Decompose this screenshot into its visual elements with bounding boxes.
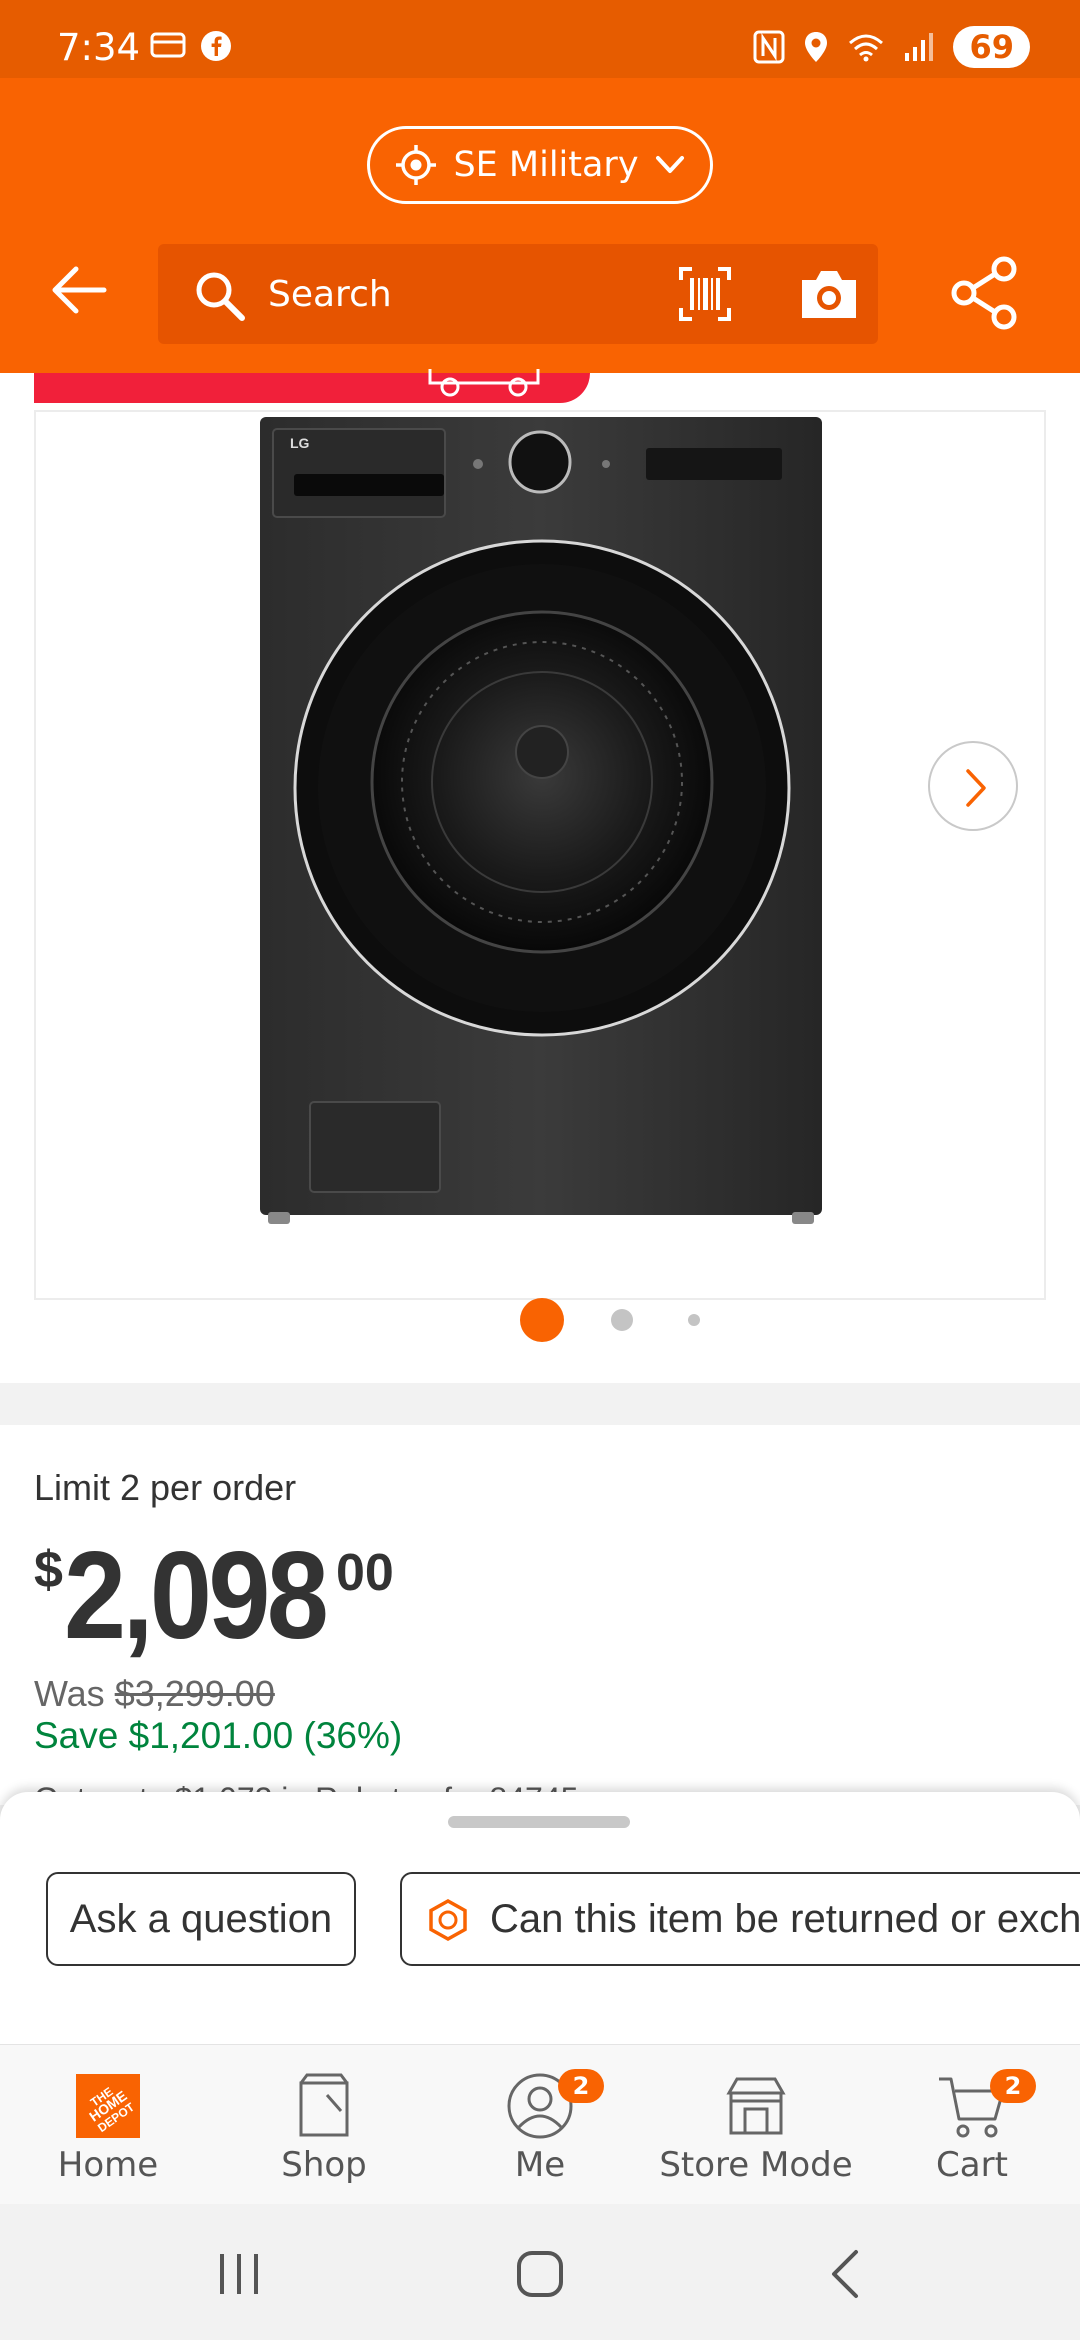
store-location-selector[interactable]: SE Military <box>367 126 713 204</box>
location-target-icon <box>396 145 437 185</box>
ai-hexagon-icon <box>429 1898 467 1942</box>
store-icon <box>726 2077 786 2135</box>
product-image[interactable]: LG <box>34 410 1046 1300</box>
chevron-down-icon <box>655 156 684 173</box>
location-icon <box>805 32 828 62</box>
carousel-dots <box>520 1298 700 1342</box>
price-dollars: 2,098 <box>64 1527 329 1665</box>
home-depot-logo-icon: THEHOMEDEPOT <box>76 2074 140 2138</box>
wifi-icon <box>849 34 884 62</box>
nav-me[interactable]: 2 Me <box>440 2045 640 2205</box>
ask-question-label: Ask a question <box>69 1896 333 1941</box>
me-notification-badge: 2 <box>558 2069 604 2103</box>
savings-text: Save $1,201.00 (36%) <box>34 1715 403 1756</box>
barcode-scan-icon[interactable] <box>678 266 732 322</box>
status-bar: 7:34 69 <box>0 0 1080 78</box>
search-icon <box>196 272 245 321</box>
nav-store-mode[interactable]: Store Mode <box>656 2045 856 2205</box>
washing-machine-image: LG <box>260 417 822 1224</box>
delivery-truck-icon <box>428 369 540 397</box>
nav-cart-label: Cart <box>936 2145 1008 2185</box>
facebook-icon <box>201 31 231 61</box>
home-button-icon[interactable] <box>516 2250 564 2298</box>
back-arrow-icon[interactable] <box>48 260 108 320</box>
price-cents: 00 <box>336 1544 394 1602</box>
share-icon[interactable] <box>950 256 1020 330</box>
nav-me-label: Me <box>514 2145 566 2185</box>
status-time: 7:34 <box>57 26 141 69</box>
price-currency: $ <box>34 1541 63 1599</box>
next-image-button[interactable] <box>928 741 1018 831</box>
system-navigation-bar <box>0 2204 1080 2340</box>
cart-count-badge: 2 <box>990 2069 1036 2103</box>
signal-icon <box>905 33 934 61</box>
nav-store-mode-label: Store Mode <box>659 2145 853 2185</box>
purchase-limit: Limit 2 per order <box>34 1467 297 1508</box>
sale-banner <box>34 369 590 403</box>
return-question-label: Can this item be returned or exchanged? <box>490 1896 1080 1941</box>
sheet-drag-handle[interactable] <box>448 1816 630 1828</box>
svg-text:LG: LG <box>290 435 310 451</box>
carousel-dot[interactable] <box>688 1314 700 1326</box>
was-label: Was <box>34 1673 105 1714</box>
bottom-navigation: THE HOME DEPOT Home Shop 2 Me Store Mode 2… <box>0 2044 1080 2204</box>
nfc-icon <box>753 30 785 64</box>
ask-question-button[interactable]: Ask a question <box>46 1872 356 1966</box>
nav-home-label: Home <box>57 2145 159 2185</box>
shop-bag-icon <box>299 2073 349 2137</box>
return-question-button[interactable]: Can this item be returned or exchanged? <box>400 1872 1080 1966</box>
nav-cart[interactable]: 2 Cart <box>872 2045 1072 2205</box>
search-input[interactable]: Search <box>158 244 878 344</box>
camera-icon[interactable] <box>798 266 860 322</box>
carousel-dot[interactable] <box>611 1309 633 1331</box>
carousel-pagination <box>0 1295 1080 1345</box>
wallet-icon <box>150 32 186 58</box>
was-price-line: Was $3,299.00 <box>34 1673 275 1715</box>
nav-shop-label: Shop <box>281 2145 367 2185</box>
app-header: SE Military Search <box>0 78 1080 373</box>
was-price: $3,299.00 <box>114 1673 275 1714</box>
search-placeholder: Search <box>268 274 392 315</box>
chevron-right-icon <box>966 769 986 807</box>
system-back-icon[interactable] <box>826 2248 862 2300</box>
carousel-dot[interactable] <box>520 1298 564 1342</box>
battery-indicator: 69 <box>953 26 1030 68</box>
product-image-card: LG <box>0 369 1080 1383</box>
store-location-label: SE Military <box>453 145 639 185</box>
price-section: Limit 2 per order $ 2,098 00 Was $3,299.… <box>0 1425 1080 1805</box>
nav-shop[interactable]: Shop <box>224 2045 424 2205</box>
section-divider <box>0 1383 1080 1425</box>
recent-apps-icon[interactable] <box>216 2252 262 2296</box>
nav-home[interactable]: THE HOME DEPOT Home <box>8 2045 208 2205</box>
bottom-sheet[interactable]: Ask a question Can this item be returned… <box>0 1792 1080 2044</box>
